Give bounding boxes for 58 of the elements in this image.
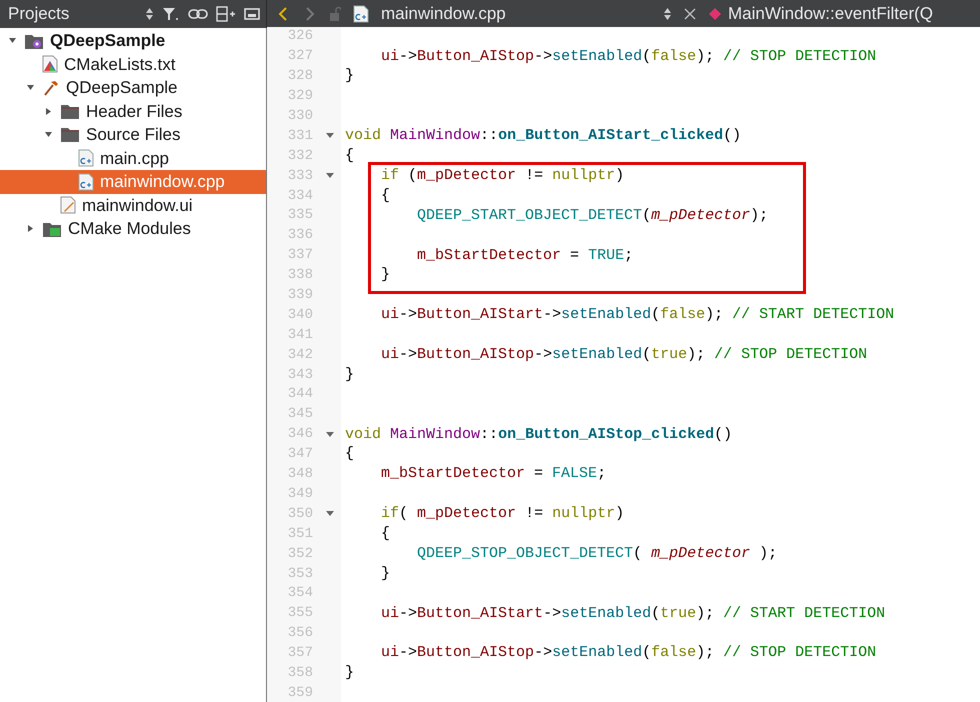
hammer-icon <box>42 78 60 97</box>
collapsed-arrow-icon[interactable] <box>26 224 34 234</box>
code-line: { <box>380 524 390 544</box>
code-line: ui->Button_AIStop->setEnabled(false); // STOP DETECTION <box>380 643 876 664</box>
file-name[interactable]: mainwindow.cpp <box>381 1 651 27</box>
code-line: } <box>344 66 354 86</box>
code-line: { <box>344 146 354 166</box>
code-line: } <box>380 265 390 286</box>
code-line: { <box>380 186 390 206</box>
tree-item[interactable]: main.cpp <box>0 146 266 170</box>
document-icon <box>42 55 58 74</box>
folder-icon <box>60 102 80 120</box>
folder-icon <box>60 126 80 144</box>
fold-arrow-icon[interactable] <box>325 132 335 140</box>
code-line: if( m_pDetector != nullptr) <box>380 504 624 524</box>
tree-item[interactable]: mainwindow.ui <box>0 194 266 217</box>
code-line: void MainWindow::on_Button_AIStart_clicked() <box>344 126 742 146</box>
tree-item[interactable]: CMakeLists.txt <box>0 52 266 76</box>
code-line: m_bStartDetector = FALSE; <box>380 464 606 484</box>
close-icon[interactable] <box>684 8 696 20</box>
code-line: { <box>344 444 354 464</box>
diamond-icon <box>708 7 722 21</box>
tree-item[interactable]: QDeepSample <box>0 76 266 100</box>
code-line: } <box>344 364 354 385</box>
window-icon[interactable] <box>244 7 260 21</box>
collapsed-arrow-icon[interactable] <box>44 106 52 116</box>
link-icon[interactable] <box>188 7 208 21</box>
code-line: ui->Button_AIStart->setEnabled(false); // START DETECTION <box>380 305 894 326</box>
code-line: QDEEP_START_OBJECT_DETECT(m_pDetector); <box>416 206 768 226</box>
code-line: QDEEP_STOP_OBJECT_DETECT( m_pDetector ); <box>416 544 778 564</box>
tree-item[interactable]: Header Files <box>0 100 266 123</box>
panel-title: Projects <box>8 3 70 26</box>
fold-arrow-icon[interactable] <box>325 172 335 180</box>
code-line: void MainWindow::on_Button_AIStop_clicked() <box>344 424 732 445</box>
code-line: if (m_pDetector != nullptr) <box>380 166 624 186</box>
code-line: } <box>344 663 354 684</box>
cpp-file-icon <box>78 149 94 168</box>
code-line: m_bStartDetector = TRUE; <box>416 246 634 266</box>
tree-item[interactable]: Source Files <box>0 123 266 146</box>
tree-item[interactable]: QDeepSample <box>0 29 266 52</box>
code-line: ui->Button_AIStop->setEnabled(false); // STOP DETECTION <box>380 46 876 67</box>
expanded-arrow-icon[interactable] <box>8 36 16 46</box>
filter-icon[interactable] <box>162 6 180 22</box>
code-line: ui->Button_AIStart->setEnabled(true); // START DETECTION <box>380 604 886 624</box>
fold-arrow-icon[interactable] <box>325 430 335 439</box>
cpp-file-icon <box>78 172 94 191</box>
code-line: } <box>380 564 390 584</box>
code-line: ui->Button_AIStop->setEnabled(true); // STOP DETECTION <box>380 344 868 365</box>
expanded-arrow-icon[interactable] <box>44 130 52 140</box>
split-add-icon[interactable] <box>216 6 236 22</box>
pencil-document-icon <box>60 196 76 214</box>
up-down-icon[interactable] <box>663 7 672 21</box>
fold-arrow-icon[interactable] <box>325 510 335 518</box>
up-down-icon[interactable] <box>145 7 154 21</box>
tree-item[interactable]: CMake Modules <box>0 217 266 240</box>
expanded-arrow-icon[interactable] <box>26 83 34 92</box>
symbol-name[interactable]: MainWindow::eventFilter(Q <box>728 1 934 27</box>
cpp-file-icon <box>353 5 369 23</box>
